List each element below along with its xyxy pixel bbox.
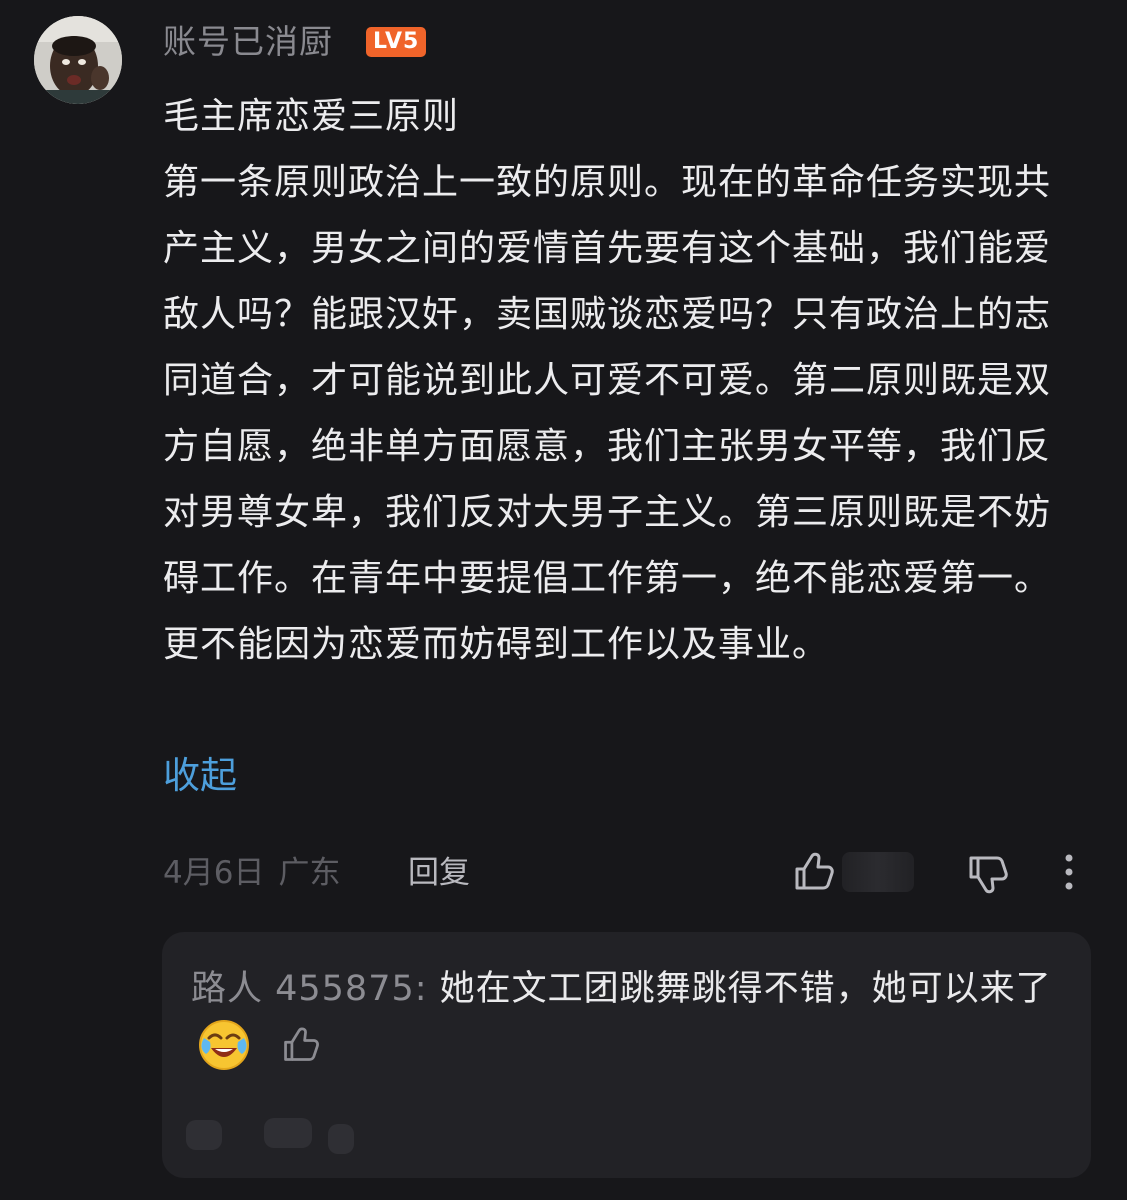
blurred-content bbox=[186, 1114, 416, 1154]
avatar-image bbox=[34, 16, 122, 104]
more-button[interactable] bbox=[1055, 852, 1083, 892]
comment-meta: 4月6日 广东 bbox=[163, 850, 340, 896]
level-badge: LV5 bbox=[366, 27, 427, 57]
thumbs-up-icon[interactable] bbox=[281, 1025, 321, 1065]
more-vertical-icon bbox=[1065, 854, 1073, 890]
like-count bbox=[842, 852, 914, 892]
reply-button[interactable]: 回复 bbox=[408, 850, 470, 896]
comment-body: 毛主席恋爱三原则 第一条原则政治上一致的原则。现在的革命任务实现共产主义，男女之… bbox=[163, 84, 1083, 678]
dislike-button[interactable] bbox=[966, 852, 1010, 896]
comment-text: 第一条原则政治上一致的原则。现在的革命任务实现共产主义，男女之间的爱情首先要有这… bbox=[163, 162, 1052, 665]
reply-content: 她在文工团跳舞跳得不错，她可以来了 bbox=[427, 969, 1052, 1009]
comment-location: 广东 bbox=[278, 855, 341, 891]
comment-title: 毛主席恋爱三原则 bbox=[163, 96, 460, 137]
avatar[interactable] bbox=[34, 16, 122, 104]
thumbs-down-icon bbox=[969, 856, 1008, 894]
username[interactable]: 账号已消厨 bbox=[163, 20, 333, 64]
reply-author[interactable]: 路人 455875: bbox=[191, 969, 428, 1009]
collapse-link[interactable]: 收起 bbox=[163, 748, 237, 804]
like-button[interactable] bbox=[792, 850, 836, 894]
laughing-crying-emoji bbox=[199, 1020, 249, 1070]
replies-box[interactable]: 路人 455875: 她在文工团跳舞跳得不错，她可以来了 bbox=[162, 932, 1091, 1178]
reply-item[interactable]: 路人 455875: 她在文工团跳舞跳得不错，她可以来了 bbox=[191, 962, 1071, 1072]
comment-date: 4月6日 bbox=[163, 855, 265, 891]
thumbs-up-icon bbox=[795, 852, 834, 890]
